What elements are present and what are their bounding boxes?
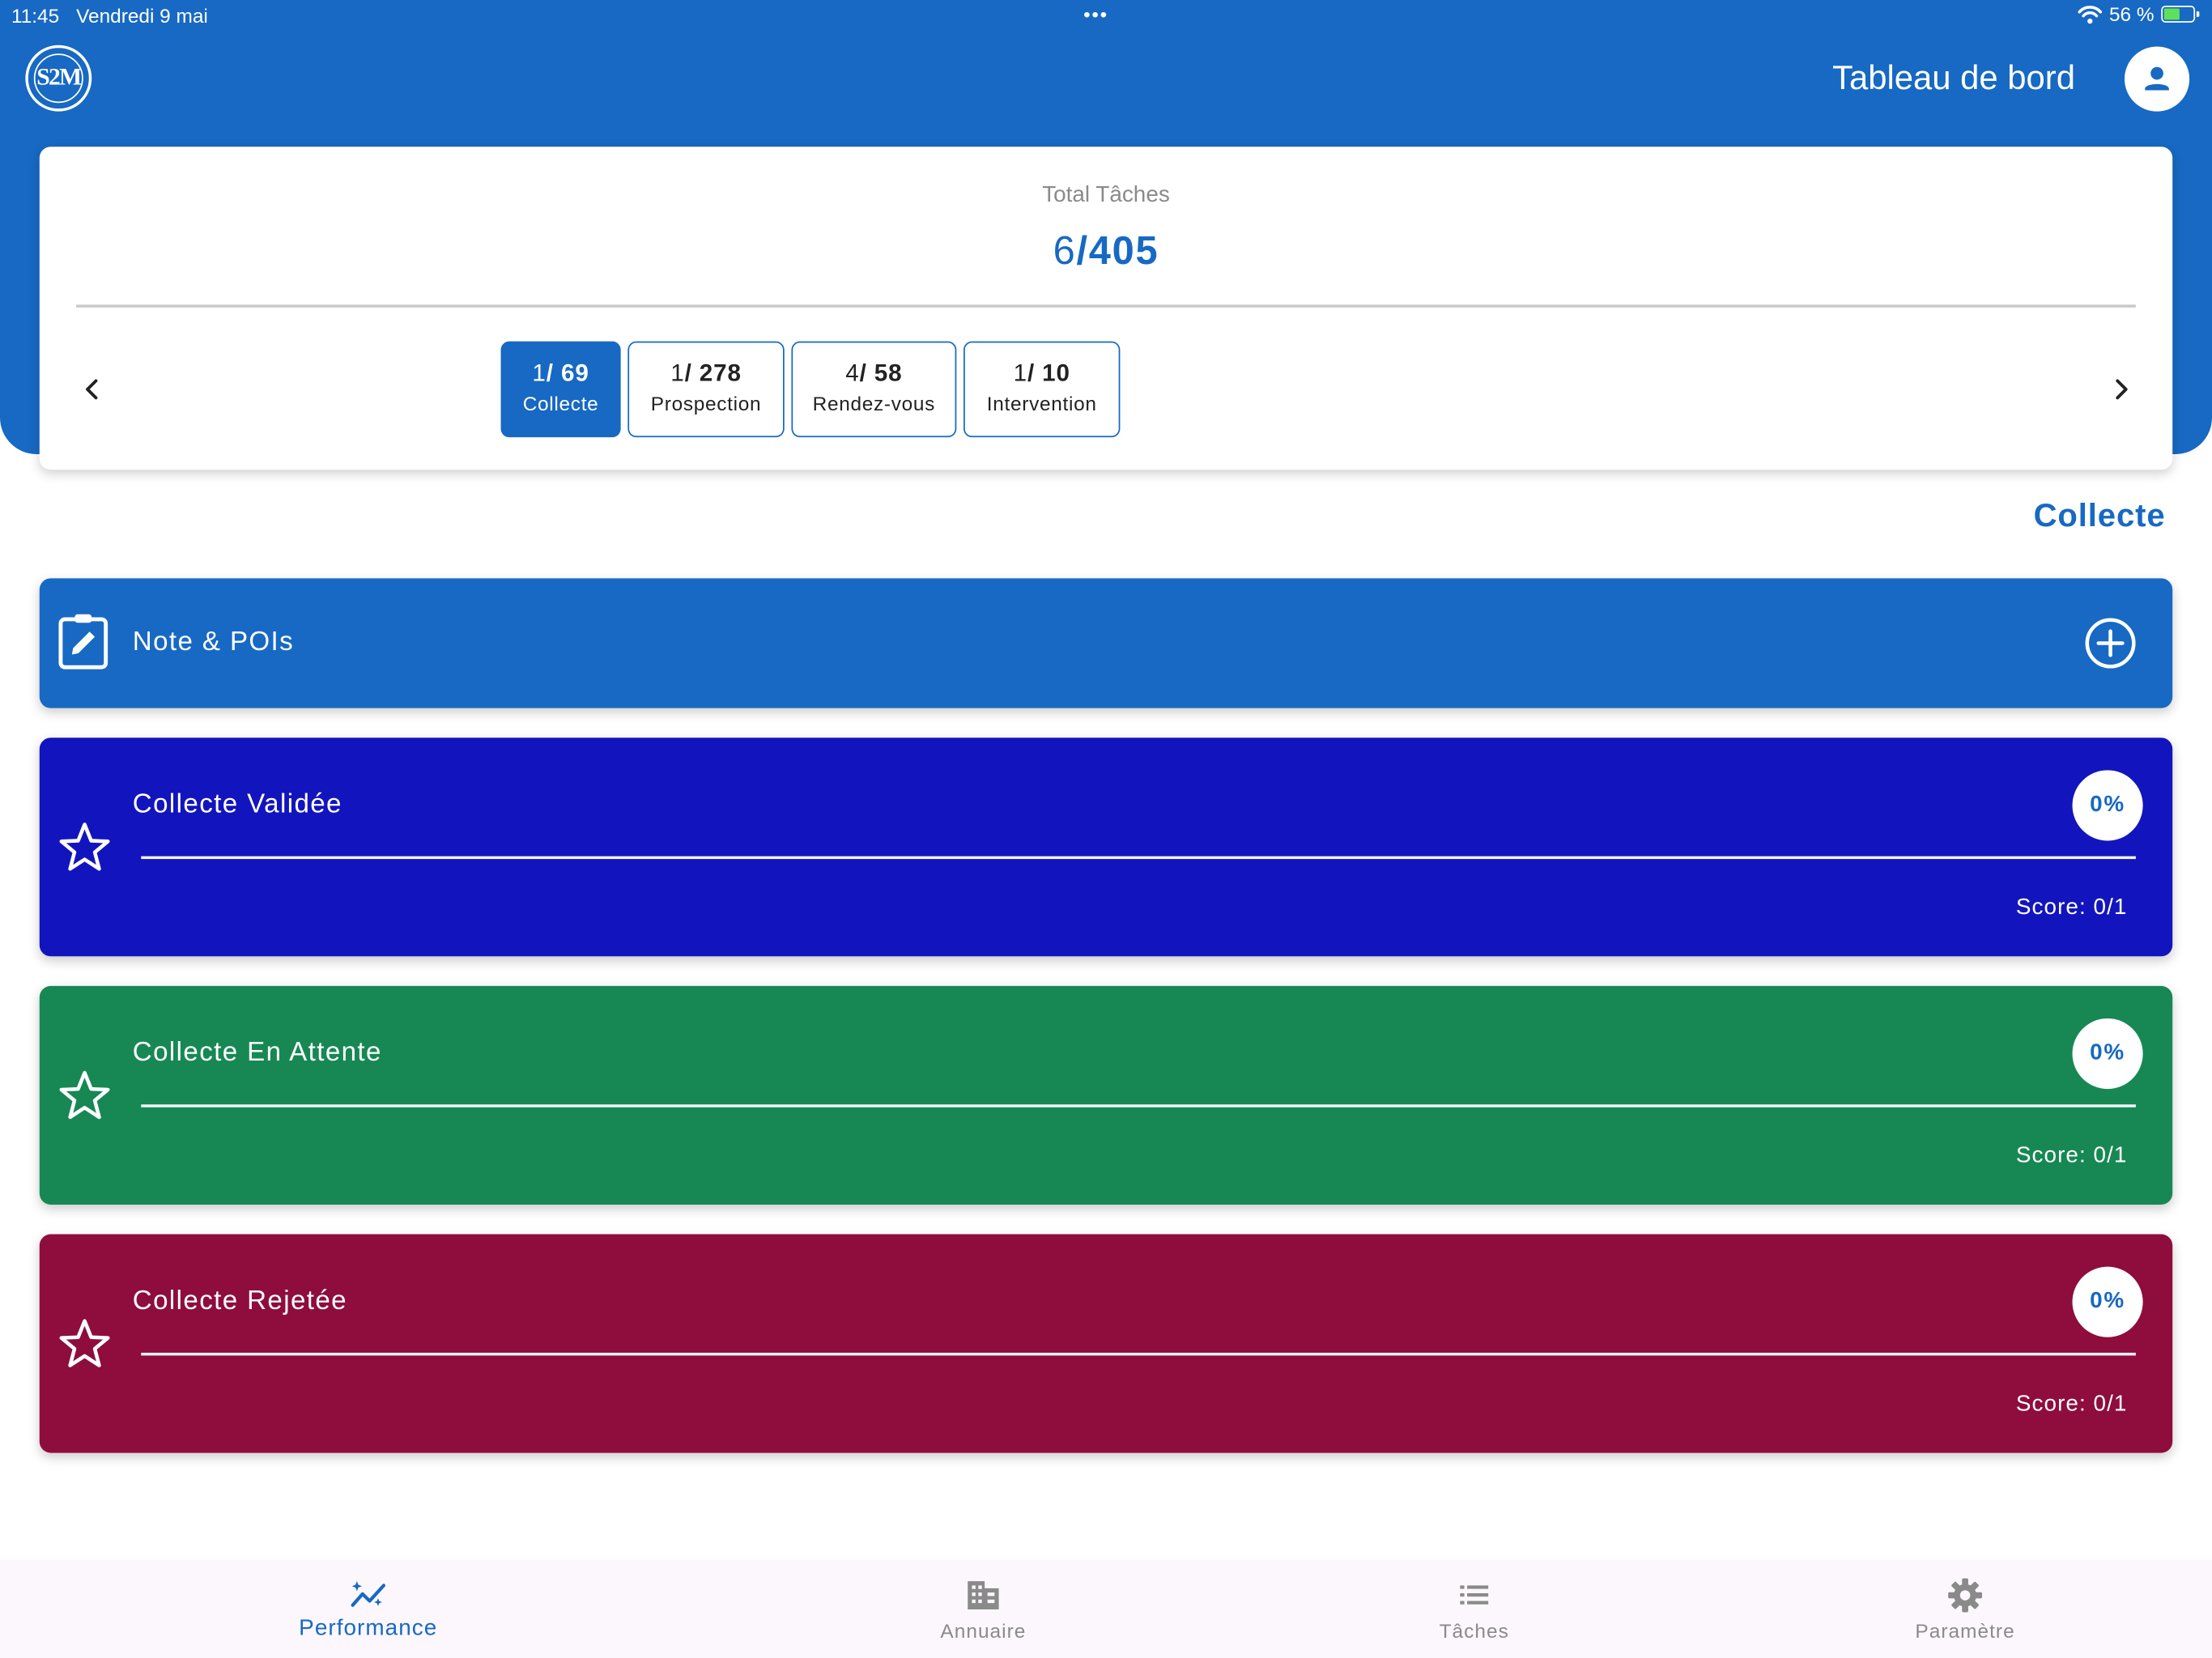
status-bar: 11:45 Vendredi 9 mai ••• 56 % — [0, 0, 2212, 34]
building-icon — [968, 1581, 999, 1610]
percent-badge: 0% — [2072, 770, 2143, 841]
chip-done: 4 — [845, 359, 860, 387]
chip-total: / 69 — [546, 359, 589, 387]
card-title: Collecte Validée — [132, 789, 342, 820]
progress-track — [141, 856, 2136, 860]
add-circle-icon[interactable] — [2083, 616, 2137, 670]
chip-label: Prospection — [650, 392, 762, 415]
chip-total: / 58 — [859, 359, 903, 387]
chip-done: 1 — [670, 359, 685, 387]
total-tasks-label: Total Tâches — [1042, 183, 1170, 208]
category-chip-collecte[interactable]: 1/ 69 Collecte — [500, 341, 621, 438]
battery-percent: 56 % — [2108, 2, 2155, 26]
total-done: 6 — [1053, 228, 1077, 273]
score-text: Score: 0/1 — [2015, 1392, 2128, 1417]
status-time: 11:45 — [11, 4, 60, 28]
total-count: /405 — [1076, 228, 1159, 273]
chevron-left-icon[interactable] — [78, 371, 106, 407]
summary-card: Total Tâches 6/405 1/ 69 Collecte 1/ 278… — [39, 147, 2173, 470]
nav-label: Performance — [299, 1616, 438, 1641]
card-title: Collecte En Attente — [132, 1038, 382, 1068]
clipboard-edit-icon — [58, 614, 108, 670]
percent-badge: 0% — [2072, 1266, 2143, 1337]
section-title: Collecte — [2033, 496, 2166, 534]
card-collecte-rejetee[interactable]: Collecte Rejetée 0% Score: 0/1 — [39, 1234, 2173, 1453]
card-title: Collecte Rejetée — [132, 1286, 347, 1316]
user-icon — [2145, 66, 2169, 91]
percent-badge: 0% — [2072, 1018, 2143, 1090]
gear-icon — [1948, 1578, 1982, 1613]
note-pois-label: Note & POIs — [132, 627, 295, 657]
category-chip-intervention[interactable]: 1/ 10 Intervention — [963, 341, 1121, 438]
chip-done: 1 — [1013, 359, 1027, 387]
chip-total: / 278 — [684, 359, 742, 387]
nav-performance[interactable]: Performance — [228, 1560, 509, 1658]
nav-taches[interactable]: Tâches — [1334, 1560, 1615, 1658]
note-pois-card[interactable]: Note & POIs — [39, 578, 2173, 708]
status-right: 56 % — [2078, 2, 2200, 26]
chip-label: Collecte — [522, 392, 599, 415]
card-collecte-en-attente[interactable]: Collecte En Attente 0% Score: 0/1 — [39, 985, 2173, 1205]
list-icon — [1460, 1585, 1489, 1605]
profile-button[interactable] — [2124, 46, 2190, 112]
chip-label: Rendez-vous — [812, 392, 936, 415]
star-icon — [59, 1070, 110, 1120]
chip-count: 1/ 10 — [965, 359, 1119, 388]
category-chip-rendez-vous[interactable]: 4/ 58 Rendez-vous — [791, 341, 957, 438]
score-text: Score: 0/1 — [2015, 1144, 2128, 1168]
status-date: Vendredi 9 mai — [76, 4, 208, 28]
star-icon — [59, 1319, 110, 1367]
nav-label: Paramètre — [1915, 1619, 2015, 1643]
progress-track — [141, 1104, 2136, 1107]
page-title: Tableau de bord — [1832, 59, 2075, 98]
nav-label: Tâches — [1439, 1619, 1509, 1643]
category-chip-prospection[interactable]: 1/ 278 Prospection — [627, 341, 785, 438]
score-text: Score: 0/1 — [2015, 895, 2128, 920]
nav-annuaire[interactable]: Annuaire — [842, 1560, 1124, 1658]
nav-parametre[interactable]: Paramètre — [1824, 1560, 2106, 1658]
chip-total: / 10 — [1027, 359, 1070, 387]
total-tasks-value: 6/405 — [40, 228, 2172, 274]
wifi-icon — [2078, 5, 2103, 23]
chip-done: 1 — [532, 359, 547, 387]
logo-text: S2M — [36, 63, 82, 91]
progress-track — [141, 1352, 2136, 1356]
chip-count: 1/ 278 — [629, 359, 783, 388]
star-icon — [59, 823, 110, 871]
chip-label: Intervention — [986, 392, 1097, 415]
nav-label: Annuaire — [940, 1619, 1027, 1643]
performance-icon — [351, 1581, 386, 1607]
chip-count: 1/ 69 — [502, 359, 619, 388]
bottom-navigation: Performance Annuaire Tâches Paramètre — [0, 1560, 2212, 1658]
chip-count: 4/ 58 — [793, 359, 955, 388]
battery-icon — [2161, 5, 2200, 23]
app-logo: S2M — [25, 45, 92, 112]
chevron-right-icon[interactable] — [2108, 371, 2136, 407]
summary-divider — [76, 304, 2136, 308]
card-collecte-validee[interactable]: Collecte Validée 0% Score: 0/1 — [39, 738, 2173, 957]
multitasking-dots[interactable]: ••• — [1083, 2, 1108, 25]
